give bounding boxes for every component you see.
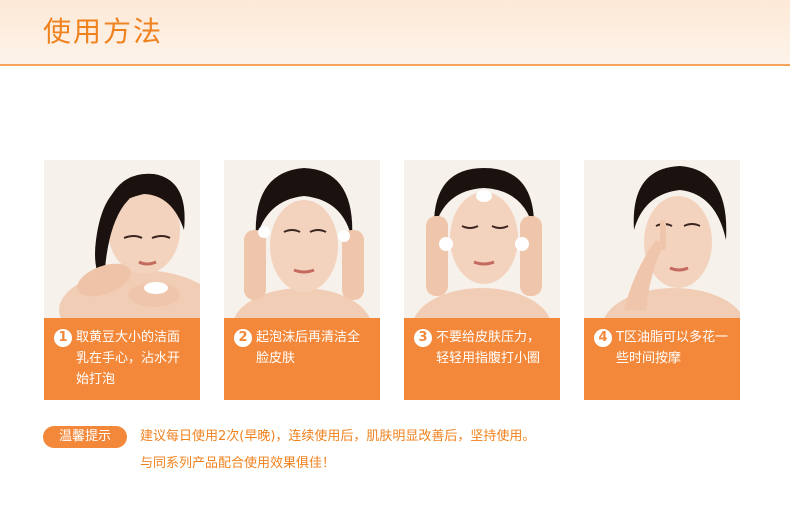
step-4-photo [584, 160, 740, 318]
header-band: 使用方法 [0, 0, 790, 66]
step-card-4: 4 T区油脂可以多花一 些时间按摩 [584, 160, 740, 400]
step-2-caption: 2 起泡沫后再清洁全 脸皮肤 [224, 318, 380, 400]
tip-badge: 温馨提示 [43, 426, 127, 448]
step-2-photo [224, 160, 380, 318]
step-card-2: 2 起泡沫后再清洁全 脸皮肤 [224, 160, 380, 400]
step-card-3: 3 不要给皮肤压力， 轻轻用指腹打小圈 [404, 160, 560, 400]
step-4-caption: 4 T区油脂可以多花一 些时间按摩 [584, 318, 740, 400]
step-1-photo [44, 160, 200, 318]
step-3-number: 3 [414, 329, 432, 347]
step-card-1: 1 取黄豆大小的洁面 乳在手心，沾水开 始打泡 [44, 160, 200, 400]
step-1-text: 取黄豆大小的洁面 乳在手心，沾水开 始打泡 [76, 330, 181, 387]
step-3-text: 不要给皮肤压力， 轻轻用指腹打小圈 [436, 330, 541, 366]
step-3-caption: 3 不要给皮肤压力， 轻轻用指腹打小圈 [404, 318, 560, 400]
step-3-photo [404, 160, 560, 318]
step-1-caption: 1 取黄豆大小的洁面 乳在手心，沾水开 始打泡 [44, 318, 200, 400]
tip-line-1: 建议每日使用2次(早晚)，连续使用后，肌肤明显改善后，坚持使用。 [140, 429, 536, 444]
step-1-number: 1 [54, 329, 72, 347]
page-title: 使用方法 [43, 15, 164, 48]
step-2-text: 起泡沫后再清洁全 脸皮肤 [256, 330, 361, 366]
step-4-number: 4 [594, 329, 612, 347]
tip-line-2: 与同系列产品配合使用效果俱佳！ [140, 456, 336, 471]
step-2-number: 2 [234, 329, 252, 347]
step-4-text: T区油脂可以多花一 些时间按摩 [616, 330, 728, 366]
